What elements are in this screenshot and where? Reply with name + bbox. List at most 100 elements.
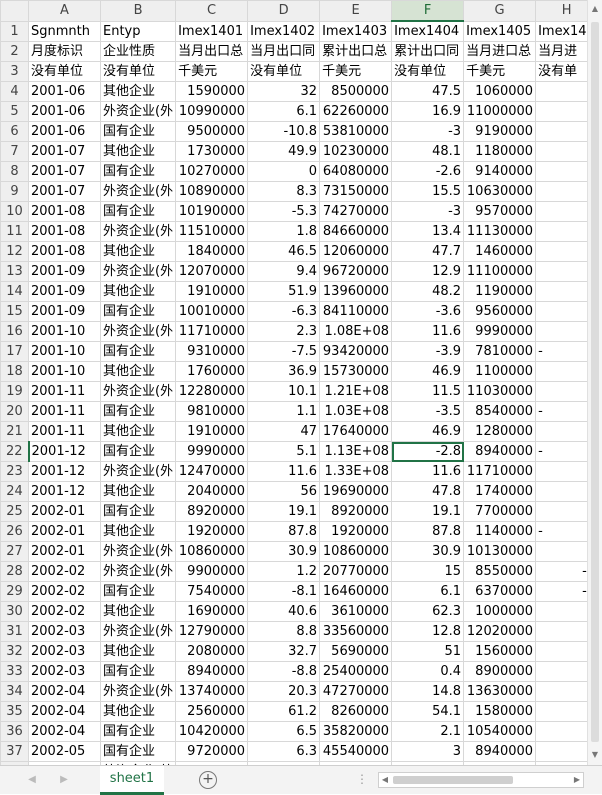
column-header-a[interactable]: A	[28, 0, 101, 22]
cell-a9[interactable]: 2001-07	[28, 181, 101, 202]
cell-c33[interactable]: 8940000	[175, 661, 249, 682]
cell-g13[interactable]: 11100000	[463, 261, 537, 282]
cell-a23[interactable]: 2001-12	[28, 461, 101, 482]
cell-g36[interactable]: 10540000	[463, 721, 537, 742]
cell-c36[interactable]: 10420000	[175, 721, 249, 742]
row-header[interactable]: 13	[0, 261, 29, 282]
cell-g25[interactable]: 7700000	[463, 501, 537, 522]
cell-c17[interactable]: 9310000	[175, 341, 249, 362]
cell-b34[interactable]: 外资企业(外	[99, 681, 177, 702]
cell-b13[interactable]: 外资企业(外	[99, 261, 177, 282]
cell-b17[interactable]: 国有企业	[99, 341, 177, 362]
cell-f24[interactable]: 47.8	[391, 481, 465, 502]
row-header[interactable]: 17	[0, 341, 29, 362]
vertical-scrollbar[interactable]: ▲ ▼	[587, 0, 602, 765]
horizontal-scrollbar[interactable]: ◀ ▶	[378, 772, 584, 788]
cell-c22[interactable]: 9990000	[175, 441, 249, 462]
cell-e25[interactable]: 8920000	[319, 501, 393, 522]
cell-g7[interactable]: 1180000	[463, 141, 537, 162]
cell-f34[interactable]: 14.8	[391, 681, 465, 702]
cell-c15[interactable]: 10010000	[175, 301, 249, 322]
cell-b2[interactable]: 企业性质	[99, 41, 177, 62]
cell-b28[interactable]: 外资企业(外	[99, 561, 177, 582]
cell-c13[interactable]: 12070000	[175, 261, 249, 282]
cell-f35[interactable]: 54.1	[391, 701, 465, 722]
cell-b26[interactable]: 其他企业	[99, 521, 177, 542]
cell-e20[interactable]: 1.03E+08	[319, 401, 393, 422]
cell-d29[interactable]: -8.1	[247, 581, 321, 602]
cell-e13[interactable]: 96720000	[319, 261, 393, 282]
cell-b21[interactable]: 其他企业	[99, 421, 177, 442]
cell-g16[interactable]: 9990000	[463, 321, 537, 342]
cell-f22[interactable]: -2.8	[391, 441, 465, 462]
cell-g3[interactable]: 千美元	[463, 61, 537, 82]
cell-e28[interactable]: 20770000	[319, 561, 393, 582]
cell-a29[interactable]: 2002-02	[28, 581, 101, 602]
cell-f20[interactable]: -3.5	[391, 401, 465, 422]
cell-b10[interactable]: 国有企业	[99, 201, 177, 222]
cell-b29[interactable]: 国有企业	[99, 581, 177, 602]
cell-g37[interactable]: 8940000	[463, 741, 537, 762]
cell-b15[interactable]: 国有企业	[99, 301, 177, 322]
cell-d35[interactable]: 61.2	[247, 701, 321, 722]
row-header[interactable]: 31	[0, 621, 29, 642]
cell-g34[interactable]: 13630000	[463, 681, 537, 702]
cell-f5[interactable]: 16.9	[391, 101, 465, 122]
cell-b30[interactable]: 其他企业	[99, 601, 177, 622]
nav-left-icon[interactable]: ◀	[24, 772, 40, 788]
nav-right-icon[interactable]: ▶	[56, 772, 72, 788]
cell-c30[interactable]: 1690000	[175, 601, 249, 622]
cell-b6[interactable]: 国有企业	[99, 121, 177, 142]
cell-d24[interactable]: 56	[247, 481, 321, 502]
cell-f36[interactable]: 2.1	[391, 721, 465, 742]
cell-d1[interactable]: Imex1402	[247, 20, 321, 42]
cell-e37[interactable]: 45540000	[319, 741, 393, 762]
cell-g1[interactable]: Imex1405	[463, 20, 537, 42]
column-header-d[interactable]: D	[247, 0, 321, 22]
cell-b5[interactable]: 外资企业(外	[99, 101, 177, 122]
cell-f4[interactable]: 47.5	[391, 81, 465, 102]
cell-a15[interactable]: 2001-09	[28, 301, 101, 322]
cell-f37[interactable]: 3	[391, 741, 465, 762]
row-header[interactable]: 11	[0, 221, 29, 242]
row-header[interactable]: 21	[0, 421, 29, 442]
row-header[interactable]: 29	[0, 581, 29, 602]
cell-e31[interactable]: 33560000	[319, 621, 393, 642]
cell-a35[interactable]: 2002-04	[28, 701, 101, 722]
row-header[interactable]: 23	[0, 461, 29, 482]
cell-a8[interactable]: 2001-07	[28, 161, 101, 182]
cell-f27[interactable]: 30.9	[391, 541, 465, 562]
cell-a2[interactable]: 月度标识	[28, 41, 101, 62]
cell-c6[interactable]: 9500000	[175, 121, 249, 142]
cell-c9[interactable]: 10890000	[175, 181, 249, 202]
cell-c28[interactable]: 9900000	[175, 561, 249, 582]
cell-e27[interactable]: 10860000	[319, 541, 393, 562]
cell-c19[interactable]: 12280000	[175, 381, 249, 402]
cell-e26[interactable]: 1920000	[319, 521, 393, 542]
cell-d19[interactable]: 10.1	[247, 381, 321, 402]
cell-f33[interactable]: 0.4	[391, 661, 465, 682]
column-header-c[interactable]: C	[175, 0, 249, 22]
cell-b37[interactable]: 国有企业	[99, 741, 177, 762]
cell-b23[interactable]: 外资企业(外	[99, 461, 177, 482]
row-header[interactable]: 22	[0, 441, 30, 462]
row-header[interactable]: 34	[0, 681, 29, 702]
cell-d20[interactable]: 1.1	[247, 401, 321, 422]
cell-b25[interactable]: 国有企业	[99, 501, 177, 522]
cell-g27[interactable]: 10130000	[463, 541, 537, 562]
cell-a27[interactable]: 2002-01	[28, 541, 101, 562]
cell-e23[interactable]: 1.33E+08	[319, 461, 393, 482]
cell-b1[interactable]: Entyp	[99, 20, 177, 42]
cell-d37[interactable]: 6.3	[247, 741, 321, 762]
cell-f30[interactable]: 62.3	[391, 601, 465, 622]
cell-d27[interactable]: 30.9	[247, 541, 321, 562]
cell-a1[interactable]: Sgnmnth	[28, 20, 101, 42]
cell-b4[interactable]: 其他企业	[99, 81, 177, 102]
cell-b16[interactable]: 外资企业(外	[99, 321, 177, 342]
cell-g30[interactable]: 1000000	[463, 601, 537, 622]
cell-a34[interactable]: 2002-04	[28, 681, 101, 702]
cell-d26[interactable]: 87.8	[247, 521, 321, 542]
cell-g10[interactable]: 9570000	[463, 201, 537, 222]
cell-d28[interactable]: 1.2	[247, 561, 321, 582]
cell-d31[interactable]: 8.8	[247, 621, 321, 642]
